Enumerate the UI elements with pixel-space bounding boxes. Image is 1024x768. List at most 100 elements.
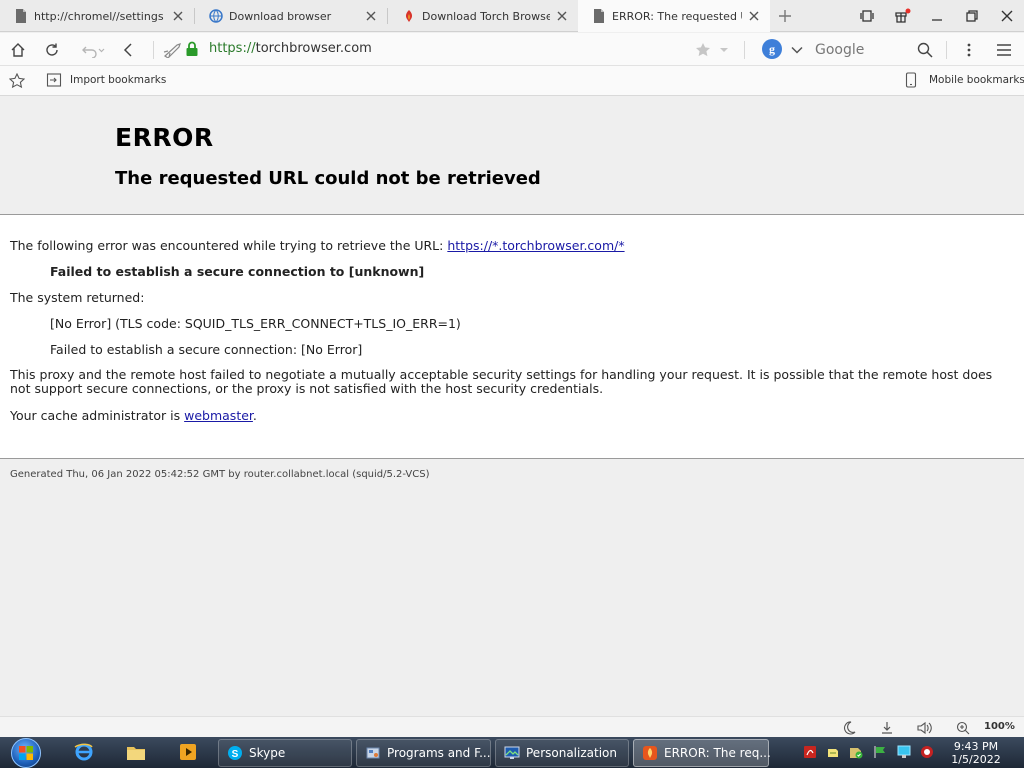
restore-button[interactable] [955,0,989,32]
home-button[interactable] [3,33,33,66]
import-icon [46,72,62,92]
zoom-level[interactable]: 100% [984,721,1015,732]
search-engine-dropdown[interactable] [784,33,810,66]
more-menu-button[interactable] [954,33,984,66]
error-url-line: The following error was encountered whil… [10,238,625,253]
hamburger-menu-icon [997,43,1011,56]
security-tray-icon[interactable] [849,745,863,759]
minimize-icon [932,19,942,21]
volume-tray-icon[interactable] [920,745,934,759]
close-tab-icon[interactable] [556,10,568,22]
clock-date: 1/5/2022 [951,753,1001,766]
search-input[interactable]: Google [815,42,864,58]
restore-icon [966,10,978,22]
sync-tray-icon[interactable] [826,745,840,759]
taskbar-skype[interactable]: S Skype [218,739,352,767]
taskbar-label: Skype [249,746,286,760]
zoom-icon[interactable] [954,719,972,736]
import-bookmarks-link[interactable]: Import bookmarks [70,74,166,86]
webmaster-link[interactable]: webmaster [184,408,253,423]
tab-title: Download Torch Browser 65 [422,9,550,23]
tab-download-torch[interactable]: Download Torch Browser 65 [388,0,578,32]
error-url-link[interactable]: https://*.torchbrowser.com/* [447,238,624,253]
volume-icon[interactable] [916,719,934,736]
system-returned-label: The system returned: [10,290,145,305]
media-player-icon[interactable] [178,742,198,762]
tab-title: ERROR: The requested URL [612,9,742,23]
speed-dial-button[interactable] [158,33,188,66]
extensions-button[interactable] [885,0,919,32]
close-tab-icon[interactable] [748,10,760,22]
error-heading: ERROR [115,123,214,152]
bookmark-dropdown[interactable] [712,33,736,66]
error-explanation: This proxy and the remote host failed to… [10,367,993,396]
tab-title: http://chromel//settings is n [34,9,166,23]
admin-line: Your cache administrator is webmaster. [10,408,257,423]
svg-text:S: S [232,749,239,760]
back-button[interactable] [113,33,143,66]
taskbar-programs-features[interactable]: Programs and F... [356,739,491,767]
main-menu-button[interactable] [989,33,1019,66]
search-engine-icon[interactable]: g [762,39,782,59]
torch-flame-icon [642,745,658,761]
network-tray-icon[interactable] [897,745,911,759]
close-icon [1001,10,1013,22]
tab-settings[interactable]: http://chromel//settings is n [0,0,194,32]
error-message: Failed to establish a secure connection … [50,264,425,279]
reload-button[interactable] [37,33,67,66]
status-bar: 100% [0,716,1024,737]
error-url-prefix: The following error was encountered whil… [10,238,448,253]
url-field[interactable]: https://torchbrowser.com [209,41,372,56]
search-button[interactable] [910,33,940,66]
url-scheme: https:// [209,41,256,56]
windows-taskbar: S Skype Programs and F... Personalizatio… [0,737,1024,768]
admin-suffix: . [252,408,257,423]
tab-strip: http://chromel//settings is n Download b… [0,0,1024,32]
bookmarks-bar: Import bookmarks Mobile bookmarks [0,66,1024,96]
tls-code-line: [No Error] (TLS code: SQUID_TLS_ERR_CONN… [50,316,461,331]
page-icon [592,9,606,23]
internet-explorer-icon[interactable] [74,742,94,762]
tab-error-active[interactable]: ERROR: The requested URL [578,0,770,32]
mobile-bookmarks-link[interactable]: Mobile bookmarks [929,74,1024,86]
system-clock[interactable]: 9:43 PM 1/5/2022 [944,740,1008,766]
file-explorer-icon[interactable] [126,742,146,762]
kebab-menu-icon [967,43,971,56]
error-details: The following error was encountered whil… [0,215,1024,458]
bookmarks-star-icon[interactable] [8,72,26,93]
taskbar-torch-error[interactable]: ERROR: The req... [633,739,771,767]
back-icon [123,42,132,57]
start-button[interactable] [6,736,46,768]
tab-layout-button[interactable] [850,0,884,32]
skype-icon: S [227,745,243,761]
url-host: torchbrowser.com [255,41,372,56]
action-center-flag-icon[interactable] [873,745,887,759]
pdf-tray-icon[interactable] [803,745,817,759]
taskbar-label: Programs and F... [387,746,491,760]
taskbar-personalization[interactable]: Personalization [495,739,629,767]
caret-down-icon [720,47,728,52]
undo-icon [82,46,105,58]
night-mode-icon[interactable] [840,719,858,736]
windows-logo-icon [11,737,41,768]
layout-icon [860,10,874,22]
minimize-button[interactable] [920,0,954,32]
secure-lock-icon [185,41,201,57]
star-icon [696,42,710,56]
divider [0,458,1024,459]
home-icon [11,42,25,57]
tab-title: Download browser [229,9,332,23]
download-icon[interactable] [878,719,896,736]
new-tab-button[interactable] [768,0,802,32]
gift-icon [895,8,911,23]
reload-icon [46,43,58,56]
close-window-button[interactable] [990,0,1024,32]
control-panel-icon [365,745,381,761]
close-tab-icon[interactable] [365,10,377,22]
close-tab-icon[interactable] [172,10,184,22]
tab-download-browser[interactable]: Download browser [195,0,387,32]
undo-close-button[interactable] [76,33,110,66]
error-subheading: The requested URL could not be retrieved [115,168,541,189]
taskbar-label: Personalization [526,746,617,760]
torch-flame-icon [402,9,416,23]
